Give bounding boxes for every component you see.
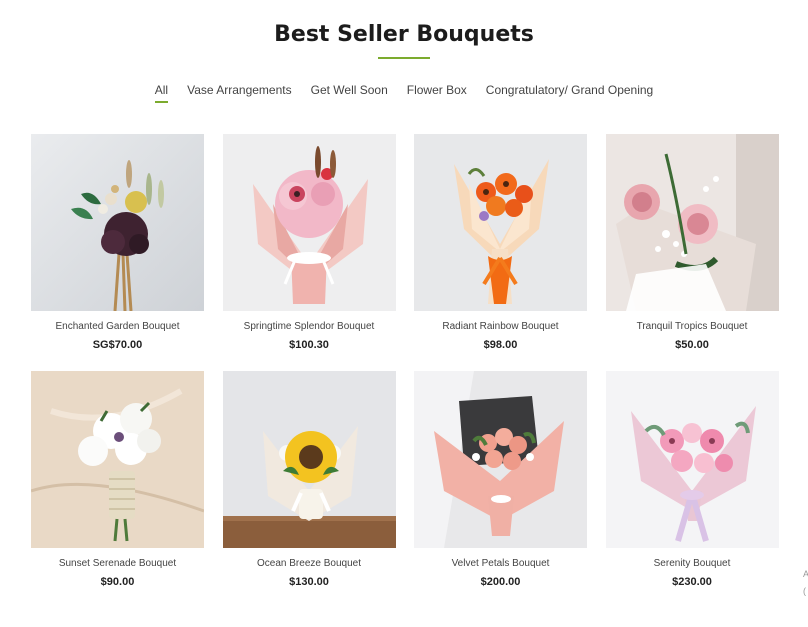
product-price: $50.00 [675,339,709,351]
product-name[interactable]: Sunset Serenade Bouquet [31,558,204,571]
product-name[interactable]: Velvet Petals Bouquet [414,558,587,571]
product-grid: Enchanted Garden Bouquet SG$70.00 Spring… [31,134,779,590]
title-underline [378,57,430,59]
product-price: $98.00 [483,339,518,351]
clipped-edge-text: A ( [803,566,808,600]
product-price: SG$70.00 [92,339,143,351]
product-image-springtime-splendor[interactable] [222,134,396,311]
product-price: $230.00 [672,576,712,588]
product-name[interactable]: Serenity Bouquet [606,558,779,571]
category-tabs: All Vase Arrangements Get Well Soon Flow… [0,83,808,103]
best-seller-section: Best Seller Bouquets All Vase Arrangemen… [0,0,808,627]
product-card[interactable]: Radiant Rainbow Bouquet $98.00 [414,134,587,353]
product-image-velvet-petals[interactable] [414,371,587,548]
product-name[interactable]: Enchanted Garden Bouquet [31,321,204,334]
tab-flower-box[interactable]: Flower Box [407,83,467,103]
product-name[interactable]: Radiant Rainbow Bouquet [414,321,587,334]
product-name[interactable]: Ocean Breeze Bouquet [223,558,396,571]
product-image-tranquil-tropics[interactable] [605,134,779,311]
tab-congratulatory-grand-opening[interactable]: Congratulatory/ Grand Opening [486,83,653,103]
product-card[interactable]: Tranquil Tropics Bouquet $50.00 [605,134,779,353]
clipped-edge-line-1: A [803,569,808,579]
product-name[interactable]: Springtime Splendor Bouquet [223,321,396,334]
tab-vase-arrangements[interactable]: Vase Arrangements [187,83,292,103]
tab-all[interactable]: All [154,83,169,103]
tab-get-well-soon[interactable]: Get Well Soon [311,83,388,103]
product-card[interactable]: Enchanted Garden Bouquet SG$70.00 [31,134,204,353]
product-card[interactable]: Sunset Serenade Bouquet $90.00 [31,371,204,590]
product-card[interactable]: Velvet Petals Bouquet $200.00 [414,371,587,590]
section-title: Best Seller Bouquets [274,22,534,47]
product-name[interactable]: Tranquil Tropics Bouquet [606,321,779,334]
clipped-edge-line-2: ( [803,586,806,596]
product-price: $90.00 [100,576,135,588]
product-card[interactable]: Ocean Breeze Bouquet $130.00 [222,371,396,590]
product-image-radiant-rainbow[interactable] [414,134,587,311]
product-card[interactable]: Springtime Splendor Bouquet $100.30 [222,134,396,353]
product-image-sunset-serenade[interactable] [31,371,204,548]
product-image-ocean-breeze[interactable] [222,371,396,548]
product-price: $130.00 [289,576,329,588]
product-price: $100.30 [289,339,329,351]
product-image-enchanted-garden[interactable] [31,134,204,311]
product-image-serenity[interactable] [605,371,779,548]
product-price: $200.00 [480,576,521,588]
product-card[interactable]: Serenity Bouquet $230.00 [605,371,779,590]
